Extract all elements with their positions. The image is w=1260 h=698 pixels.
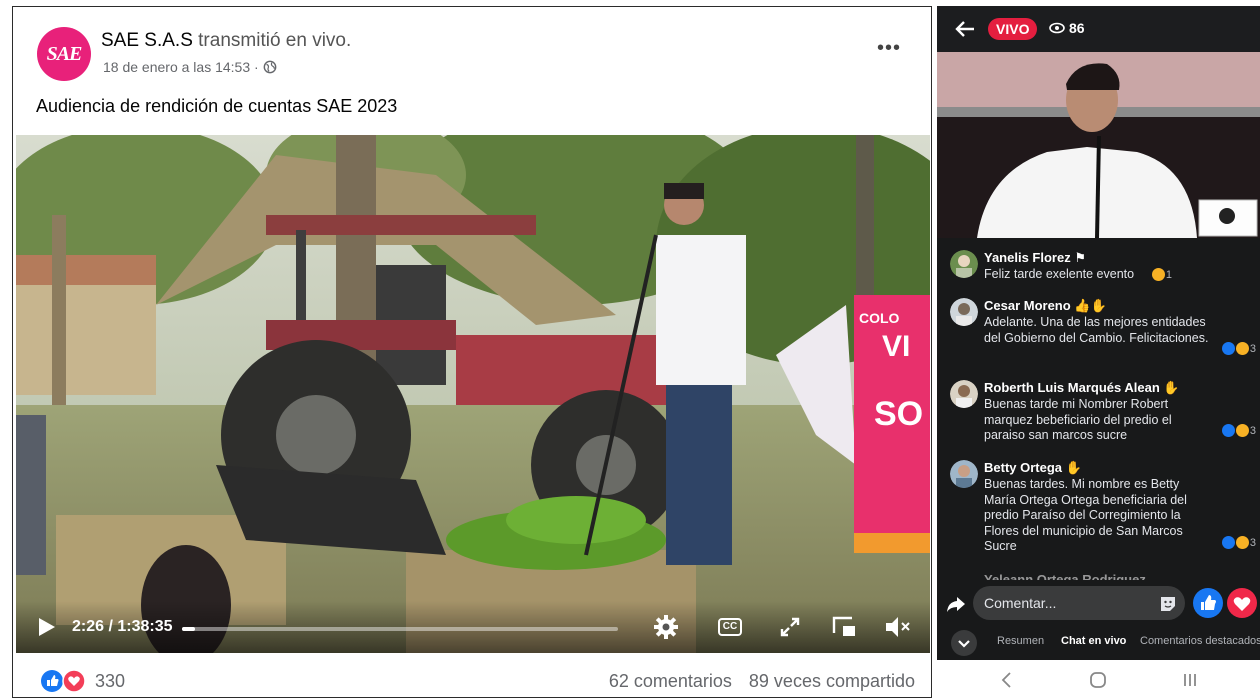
mobile-live-view: VIVO 86 Yanelis Florez ⚑ Feliz tarde exe…	[937, 6, 1260, 698]
eye-icon	[1049, 22, 1065, 34]
video-time: 2:26 / 1:38:35	[72, 618, 173, 635]
fullscreen-button[interactable]	[774, 611, 806, 643]
video-player[interactable]: COLO VI SO 2:26 / 1:38:35 CC	[16, 135, 930, 653]
comments-count-link[interactable]: 62 comentarios	[609, 671, 732, 691]
commenter-name[interactable]: Betty Ortega ✋	[984, 460, 1082, 476]
comment-text: Buenas tarde mi Nombrer Robert marquez b…	[984, 397, 1172, 442]
nav-recents-icon[interactable]	[1180, 670, 1200, 690]
live-top-bar: VIVO 86	[937, 6, 1260, 52]
commenter-name[interactable]: Roberth Luis Marqués Alean ✋	[984, 380, 1180, 396]
reaction-icons[interactable]	[40, 669, 92, 693]
video-controls: 2:26 / 1:38:35 CC	[16, 601, 930, 653]
miniplayer-icon	[832, 616, 855, 636]
chat-comment: Betty Ortega ✋ Buenas tardes. Mi nombre …	[937, 458, 1260, 558]
facebook-post: SAE SAE S.A.S transmitió en vivo. 18 de …	[12, 6, 932, 698]
comment-text: Adelante. Una de las mejores entidades d…	[984, 315, 1209, 345]
post-text: Audiencia de rendición de cuentas SAE 20…	[36, 96, 398, 116]
comment-input[interactable]: Comentar...	[973, 586, 1185, 620]
banner-text: COLO	[859, 310, 900, 326]
post-date[interactable]: 18 de enero a las 14:53 ·	[103, 59, 259, 75]
post-footer: 330 62 comentarios 89 veces compartido	[13, 665, 931, 697]
mute-button[interactable]	[882, 611, 914, 643]
chevron-down-icon	[958, 640, 970, 648]
haha-icon	[1235, 342, 1249, 355]
expand-icon	[780, 617, 800, 637]
nav-back-icon[interactable]	[997, 670, 1017, 690]
page-name[interactable]: SAE S.A.S	[101, 30, 193, 51]
live-video-image	[937, 52, 1260, 238]
captions-button[interactable]: CC	[714, 611, 746, 643]
commenter-avatar[interactable]	[950, 250, 978, 278]
volume-muted-icon	[886, 617, 910, 637]
post-meta: 18 de enero a las 14:53 ·	[103, 59, 277, 75]
sticker-icon[interactable]	[1159, 595, 1177, 613]
like-icon	[1221, 536, 1235, 549]
comment-reactions[interactable]: 1	[1151, 268, 1172, 281]
page-logo-text: SAE	[46, 42, 83, 65]
collapse-button[interactable]	[951, 630, 977, 656]
like-button[interactable]	[1193, 588, 1223, 618]
gear-icon	[654, 615, 678, 639]
chat-comment: Cesar Moreno 👍✋ Adelante. Una de las mej…	[937, 296, 1260, 362]
live-badge: VIVO	[988, 18, 1038, 40]
like-icon	[1221, 342, 1235, 355]
video-progress-fill	[182, 627, 196, 631]
android-nav-bar	[937, 660, 1260, 698]
thumbs-up-icon	[1201, 595, 1216, 610]
tab-live-chat[interactable]: Chat en vivo	[1061, 635, 1126, 647]
globe-icon	[263, 60, 277, 74]
back-arrow-icon[interactable]	[954, 18, 976, 40]
viewer-count-value: 86	[1069, 20, 1085, 36]
haha-icon	[1235, 536, 1249, 549]
commenter-name[interactable]: Yanelis Florez ⚑	[984, 250, 1086, 266]
settings-button[interactable]	[650, 611, 682, 643]
reaction-count[interactable]: 330	[95, 671, 125, 692]
banner-text-so: SO	[874, 395, 924, 433]
comment-reactions[interactable]: 3	[1221, 536, 1256, 549]
miniplayer-button[interactable]	[828, 611, 860, 643]
like-icon	[1221, 424, 1235, 437]
haha-icon	[1151, 268, 1165, 281]
engagement-counts: 62 comentarios 89 veces compartido	[597, 671, 915, 692]
commenter-avatar[interactable]	[950, 460, 978, 488]
comment-text: Feliz tarde exelente evento	[984, 267, 1135, 281]
play-icon[interactable]	[38, 617, 56, 637]
video-progress-bar[interactable]	[182, 627, 618, 631]
video-frame	[16, 135, 930, 653]
banner-text-vi: VI	[882, 330, 911, 363]
share-icon[interactable]	[946, 594, 966, 614]
comment-composer: Comentar...	[937, 582, 1260, 626]
chat-comment: Yanelis Florez ⚑ Feliz tarde exelente ev…	[937, 248, 1260, 288]
heart-icon	[1233, 597, 1251, 611]
commenter-avatar[interactable]	[950, 380, 978, 408]
commenter-avatar[interactable]	[950, 298, 978, 326]
cc-icon: CC	[718, 618, 742, 636]
post-action: transmitió en vivo.	[198, 30, 352, 51]
tab-resumen[interactable]: Resumen	[997, 635, 1044, 647]
commenter-name[interactable]: Cesar Moreno 👍✋	[984, 298, 1107, 314]
chat-tabs: Resumen Chat en vivo Comentarios destaca…	[937, 626, 1260, 658]
live-chat[interactable]: Yanelis Florez ⚑ Feliz tarde exelente ev…	[937, 238, 1260, 580]
nav-home-icon[interactable]	[1088, 670, 1108, 690]
chat-comment: Yeleann Ortega Rodriguez	[937, 572, 1260, 580]
love-button[interactable]	[1227, 588, 1257, 618]
post-header: SAE SAE S.A.S transmitió en vivo. 18 de …	[13, 7, 931, 97]
post-author-line: SAE S.A.S transmitió en vivo.	[101, 30, 351, 52]
comment-reactions[interactable]: 3	[1221, 424, 1256, 437]
chat-comment: Roberth Luis Marqués Alean ✋ Buenas tard…	[937, 378, 1260, 444]
tab-featured-comments[interactable]: Comentarios destacados	[1140, 635, 1260, 647]
viewer-count: 86	[1049, 20, 1085, 36]
live-video-frame[interactable]	[937, 52, 1260, 238]
shares-count-link[interactable]: 89 veces compartido	[749, 671, 915, 691]
page-avatar[interactable]: SAE	[37, 27, 91, 81]
comment-reactions[interactable]: 3	[1221, 342, 1256, 355]
more-options-button[interactable]: •••	[877, 37, 901, 60]
haha-icon	[1235, 424, 1249, 437]
commenter-name[interactable]: Yeleann Ortega Rodriguez	[984, 572, 1146, 580]
comment-text: Buenas tardes. Mi nombre es Betty María …	[984, 477, 1187, 553]
